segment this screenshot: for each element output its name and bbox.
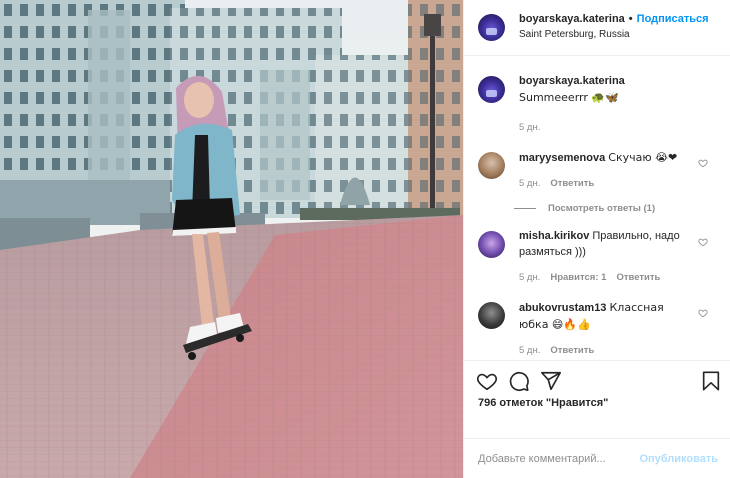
comments-list[interactable]: boyarskaya.katerina Summeeerrr 🐢🦋 5 дн. … [464,57,730,360]
post-header: boyarskaya.katerina • Подписаться Saint … [464,0,730,56]
comment-text: Скучаю 😭❤ [608,150,678,164]
publish-button[interactable]: Опубликовать [639,453,718,465]
author-username[interactable]: boyarskaya.katerina [519,13,625,27]
commenter-username[interactable]: maryysemenova [519,152,605,164]
replies-divider [514,208,536,210]
commenter-avatar[interactable] [478,151,505,179]
comment-time[interactable]: 5 дн. [519,344,540,358]
reply-button[interactable]: Ответить [550,177,594,191]
post-actions [464,360,730,392]
post-location[interactable]: Saint Petersburg, Russia [519,29,709,42]
comment-like-heart-icon[interactable] [698,308,708,318]
comment-time[interactable]: 5 дн. [519,177,540,191]
comment-like-heart-icon[interactable] [698,158,708,168]
separator-dot: • [628,13,633,26]
reply-button[interactable]: Ответить [550,344,594,358]
comment-like-heart-icon[interactable] [698,237,708,247]
caption-time[interactable]: 5 дн. [519,121,540,135]
caption-avatar[interactable] [478,76,505,103]
commenter-avatar[interactable] [478,231,505,259]
commenter-avatar[interactable] [478,301,505,329]
follow-button[interactable]: Подписаться [637,13,709,27]
likes-count[interactable]: 796 отметок "Нравится" [478,397,608,409]
photo-illustration [0,0,463,478]
share-icon[interactable] [540,370,562,392]
commenter-username[interactable]: abukovrustam13 [519,302,606,314]
post-side-panel: boyarskaya.katerina • Подписаться Saint … [463,0,730,478]
comment-item: misha.kirikov Правильно, надо размяться … [464,229,730,285]
heart-icon[interactable] [476,370,498,392]
view-replies-button[interactable]: Посмотреть ответы (1) [514,203,730,214]
add-comment-bar: Опубликовать [464,438,730,478]
view-replies-label: Посмотреть ответы (1) [548,203,656,215]
comment-item: abukovrustam13 Классная юбка 😄🔥👍 5 дн. О… [464,300,730,358]
comment-likes-count[interactable]: Нравится: 1 [550,271,606,285]
comment-input[interactable] [478,452,640,465]
author-avatar[interactable] [478,14,505,41]
caption-username[interactable]: boyarskaya.katerina [519,75,625,87]
comment-icon[interactable] [508,370,530,392]
bookmark-icon[interactable] [700,370,722,392]
reply-button[interactable]: Ответить [616,271,660,285]
comment-time[interactable]: 5 дн. [519,271,540,285]
caption-text: Summeeerrr 🐢🦋 [519,90,619,104]
post-caption: boyarskaya.katerina Summeeerrr 🐢🦋 5 дн. [464,57,730,135]
post-photo[interactable] [0,0,463,478]
comment-item: maryysemenova Скучаю 😭❤ 5 дн. Ответить [464,150,730,191]
commenter-username[interactable]: misha.kirikov [519,230,589,242]
